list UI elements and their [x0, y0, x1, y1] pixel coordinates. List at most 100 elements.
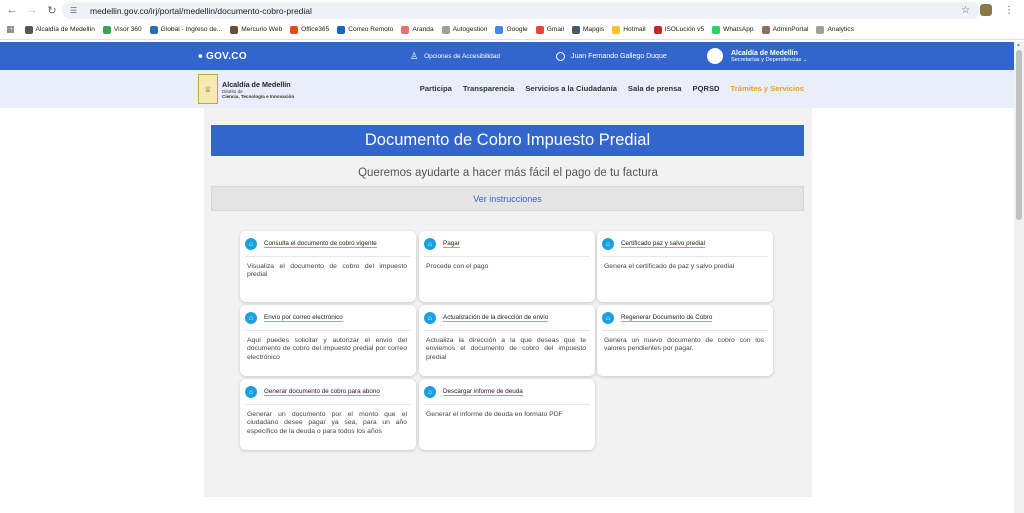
divider — [602, 256, 768, 257]
service-card-title[interactable]: Generar documento de cobro para abono — [264, 388, 380, 396]
accessibility-options[interactable]: ♙ Opciones de Accesibilidad — [410, 51, 500, 62]
service-card-description: Procede con el pago — [426, 263, 489, 270]
bookmark-item[interactable]: WhatsApp — [712, 25, 754, 34]
menu-item-participa[interactable]: Participa — [420, 84, 452, 93]
service-card[interactable]: ⌂ Actualización de la dirección de envío A… — [419, 305, 595, 376]
service-card-header: ⌂ Envío por correo electrónico — [245, 311, 343, 325]
service-card-header: ⌂ Generar documento de cobro para abono — [245, 385, 380, 399]
home-icon: ⌂ — [424, 238, 436, 250]
home-icon: ⌂ — [245, 386, 257, 398]
bookmark-star-icon[interactable]: ☆ — [961, 5, 970, 16]
bookmark-item[interactable]: Global - Ingreso de... — [149, 25, 222, 34]
divider — [245, 256, 411, 257]
divider — [602, 330, 768, 331]
bookmark-item[interactable]: Alcaldía de Medellín — [24, 25, 95, 34]
service-card[interactable]: ⌂ Pagar Procede con el pago — [419, 231, 595, 302]
bookmarks-bar: ▦ Alcaldía de Medellín Visor 360 Global - … — [0, 20, 1024, 40]
service-card[interactable]: ⌂ Generar documento de cobro para abono Ge… — [240, 379, 416, 450]
service-card-title[interactable]: Descargar informe de deuda — [443, 388, 523, 396]
address-bar[interactable]: ☰ medellin.gov.co/irj/portal/medellin/do… — [62, 2, 980, 19]
bookmark-item[interactable]: Analytics — [816, 25, 854, 34]
browser-menu-icon[interactable]: ⋮ — [1004, 5, 1014, 16]
apps-grid-icon[interactable]: ▦ — [6, 24, 15, 35]
back-arrow-icon[interactable]: ← — [2, 0, 22, 20]
accessibility-icon: ♙ — [410, 50, 419, 61]
menu-item-pqrsd[interactable]: PQRSD — [693, 84, 720, 93]
service-card[interactable]: ⌂ Descargar informe de deuda Generar el in… — [419, 379, 595, 450]
service-card-title[interactable]: Regenerar Documento de Cobro — [621, 314, 713, 322]
service-card-header: ⌂ Consulta el documento de cobro vigente — [245, 237, 377, 251]
service-card-header: ⌂ Pagar — [424, 237, 460, 251]
gov-co-shield-icon: ⚫ — [197, 51, 205, 61]
bookmark-item[interactable]: Autogestion — [441, 25, 487, 34]
service-card[interactable]: ⌂ Certificado paz y salvo predial Genera e… — [597, 231, 773, 302]
divider — [424, 404, 590, 405]
bookmark-item[interactable]: Visor 360 — [102, 25, 142, 34]
divider — [424, 330, 590, 331]
bookmark-favicon-icon — [712, 25, 721, 34]
service-card-title[interactable]: Envío por correo electrónico — [264, 314, 343, 322]
service-card-title[interactable]: Certificado paz y salvo predial — [621, 240, 705, 248]
home-icon: ⌂ — [424, 312, 436, 324]
gov-co-logo[interactable]: ⚫ GOV.CO — [197, 51, 247, 62]
service-card-title[interactable]: Consulta el documento de cobro vigente — [264, 240, 377, 248]
service-card-header: ⌂ Descargar informe de deuda — [424, 385, 523, 399]
scroll-up-icon[interactable]: ▲ — [1016, 42, 1021, 48]
forward-arrow-icon[interactable]: → — [22, 0, 42, 20]
medellin-crest-icon: ♕ — [198, 74, 218, 104]
service-card-title[interactable]: Actualización de la dirección de envío — [443, 314, 549, 322]
profile-avatar[interactable] — [980, 4, 992, 16]
bookmark-item[interactable]: Mercurio Web — [230, 25, 282, 34]
divider — [245, 404, 411, 405]
user-icon — [556, 51, 565, 61]
service-card[interactable]: ⌂ Consulta el documento de cobro vigente V… — [240, 231, 416, 302]
bookmark-item[interactable]: Correo Remoto — [337, 25, 393, 34]
site-info-icon[interactable]: ☰ — [70, 6, 84, 15]
bookmark-item[interactable]: Hotmail — [612, 25, 646, 34]
service-card-description: Generar un documento por el monto que el… — [247, 411, 407, 435]
alcaldia-dropdown[interactable]: Alcaldía de Medellín Secretarías y Depen… — [707, 48, 808, 64]
page-scrollbar[interactable]: ▲ — [1014, 42, 1024, 513]
menu-item-sala-prensa[interactable]: Sala de prensa — [628, 84, 682, 93]
service-card-description: Genera el certificado de paz y salvo pre… — [604, 263, 735, 270]
bookmark-item[interactable]: Office365 — [290, 25, 329, 34]
alcaldia-seal-icon — [707, 48, 723, 64]
bookmark-item[interactable]: Aranda — [401, 25, 434, 34]
instructions-toggle[interactable]: Ver instrucciones — [211, 186, 804, 211]
service-card-description: Actualiza la dirección a la que deseas q… — [426, 337, 586, 361]
home-icon: ⌂ — [602, 238, 614, 250]
home-icon: ⌂ — [602, 312, 614, 324]
page-subtitle: Queremos ayudarte a hacer más fácil el p… — [358, 167, 658, 179]
bookmark-favicon-icon — [24, 25, 33, 34]
gov-bar: ⚫ GOV.CO ♙ Opciones de Accesibilidad Juan… — [0, 42, 1014, 70]
main-content: Documento de Cobro Impuesto Predial Quer… — [204, 108, 812, 497]
home-icon: ⌂ — [424, 386, 436, 398]
user-account[interactable]: Juan Fernando Gallego Duque — [556, 51, 667, 61]
main-menu: Participa Transparencia Servicios a la C… — [420, 84, 804, 93]
scrollbar-thumb[interactable] — [1016, 50, 1022, 220]
service-card[interactable]: ⌂ Regenerar Documento de Cobro Genera un n… — [597, 305, 773, 376]
menu-item-tramites[interactable]: Trámites y Servicios — [731, 84, 804, 93]
reload-icon[interactable]: ↻ — [42, 0, 62, 20]
service-card-description: Generar el informe de deuda en formato P… — [426, 411, 563, 418]
home-icon: ⌂ — [245, 238, 257, 250]
bookmark-item[interactable]: Google — [495, 25, 528, 34]
service-card-title[interactable]: Pagar — [443, 240, 460, 248]
bookmark-favicon-icon — [337, 25, 346, 34]
service-card-header: ⌂ Actualización de la dirección de envío — [424, 311, 549, 325]
service-card[interactable]: ⌂ Envío por correo electrónico Aquí puedes… — [240, 305, 416, 376]
bookmark-item[interactable]: AdminPortal — [761, 25, 808, 34]
browser-toolbar: ← → ↻ ☰ medellin.gov.co/irj/portal/medel… — [0, 0, 1024, 20]
site-brand[interactable]: ♕ Alcaldía de Medellín Distrito de Cienc… — [198, 74, 294, 104]
bookmark-item[interactable]: Gmail — [535, 25, 564, 34]
page-title: Documento de Cobro Impuesto Predial — [211, 125, 804, 156]
menu-item-servicios[interactable]: Servicios a la Ciudadanía — [525, 84, 617, 93]
chevron-down-icon: ⌄ — [802, 56, 808, 63]
home-icon: ⌂ — [245, 312, 257, 324]
site-header: ♕ Alcaldía de Medellín Distrito de Cienc… — [0, 70, 1014, 108]
bookmark-item[interactable]: Mapgis — [571, 25, 604, 34]
bookmark-favicon-icon — [761, 25, 770, 34]
bookmark-favicon-icon — [571, 25, 580, 34]
bookmark-item[interactable]: ISOLución v5 — [653, 25, 704, 34]
menu-item-transparencia[interactable]: Transparencia — [463, 84, 515, 93]
